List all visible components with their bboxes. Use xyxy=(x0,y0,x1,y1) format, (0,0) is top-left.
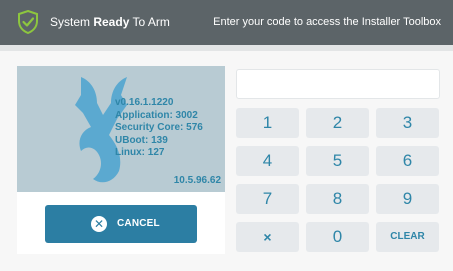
key-6[interactable]: 6 xyxy=(376,146,439,176)
security-core-version: Security Core: 576 xyxy=(115,122,203,134)
ip-address: 10.5.96.62 xyxy=(173,175,221,186)
cancel-button[interactable]: ✕ CANCEL xyxy=(45,205,197,243)
header-divider xyxy=(0,45,453,51)
key-0[interactable]: 0 xyxy=(306,222,369,252)
shield-check-icon xyxy=(18,10,38,34)
cancel-label: CANCEL xyxy=(117,218,160,229)
application-version: Application: 3002 xyxy=(115,109,198,121)
linux-version: Linux: 127 xyxy=(115,147,165,159)
firmware-version: v0.16.1.1220 xyxy=(115,97,174,108)
version-info-panel: v0.16.1.1220 Application: 3002 Security … xyxy=(17,66,225,192)
key-2[interactable]: 2 xyxy=(306,108,369,138)
key-3[interactable]: 3 xyxy=(376,108,439,138)
key-1[interactable]: 1 xyxy=(236,108,299,138)
installer-hint: Enter your code to access the Installer … xyxy=(213,16,441,28)
uboot-version: UBoot: 139 xyxy=(115,134,168,146)
backspace-key[interactable]: × xyxy=(236,222,299,252)
close-circle-icon: ✕ xyxy=(91,216,107,232)
status-suffix: To Arm xyxy=(129,15,170,29)
code-input[interactable] xyxy=(236,69,440,99)
key-9[interactable]: 9 xyxy=(376,184,439,214)
key-7[interactable]: 7 xyxy=(236,184,299,214)
key-4[interactable]: 4 xyxy=(236,146,299,176)
key-8[interactable]: 8 xyxy=(306,184,369,214)
clear-key[interactable]: CLEAR xyxy=(376,222,439,252)
version-lines: v0.16.1.1220 Application: 3002 Security … xyxy=(115,97,203,160)
key-5[interactable]: 5 xyxy=(306,146,369,176)
system-status: System Ready To Arm xyxy=(50,14,170,30)
status-ready: Ready xyxy=(93,15,130,29)
status-prefix: System xyxy=(50,15,94,29)
status-bar: System Ready To Arm Enter your code to a… xyxy=(0,0,453,45)
